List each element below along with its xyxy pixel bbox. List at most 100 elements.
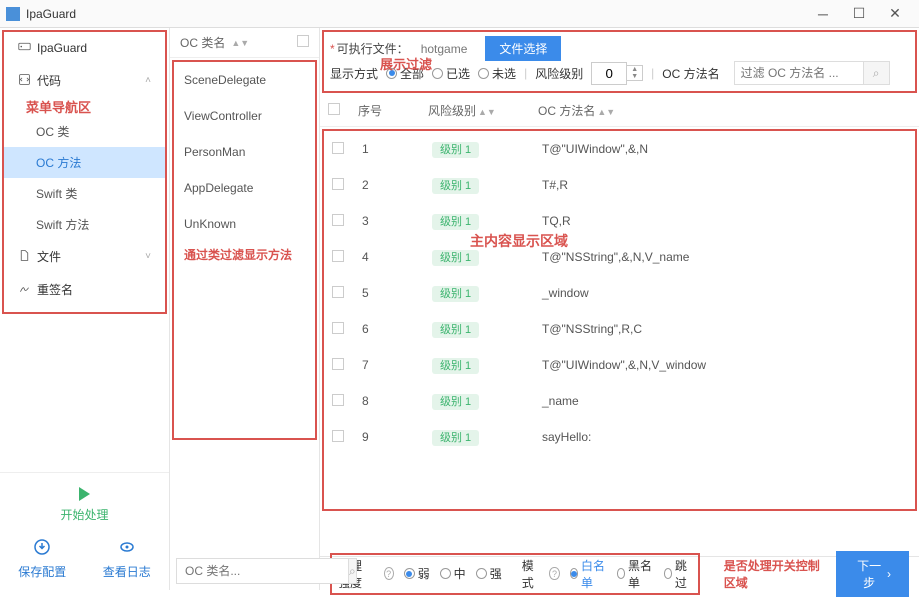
sidebar-item-swift-class[interactable]: Swift 类 [4,178,165,209]
class-item[interactable]: UnKnown [174,206,315,242]
class-item[interactable]: PersonMan [174,134,315,170]
annotation-nav: 菜单导航区 [4,97,165,116]
save-config-button[interactable]: 保存配置 [18,539,66,580]
sidebar-item-swift-method[interactable]: Swift 方法 [4,209,165,240]
select-all-checkbox[interactable] [297,35,309,50]
chevron-down-icon: ˅ [145,251,151,262]
search-icon: ⌕ [349,564,356,579]
row-checkbox[interactable] [332,322,344,334]
col-method[interactable]: OC 方法名 [538,104,595,118]
nav-area: IpaGuard 代码 ˄ 菜单导航区 OC 类 OC 方法 Swift 类 S… [2,30,167,314]
risk-level-input[interactable] [591,62,627,85]
minimize-button[interactable]: ─ [805,6,841,22]
row-method: T@"UIWindow",&,N,V_window [534,347,915,383]
class-list-body: SceneDelegate ViewController PersonMan A… [172,60,317,440]
sidebar-label: IpaGuard [37,41,87,55]
col-risk[interactable]: 风险级别 [428,104,476,118]
table-row[interactable]: 3级别 1TQ,R [324,203,915,239]
file-icon [18,249,31,265]
display-opt-selected[interactable]: 已选 [432,65,470,82]
mode-whitelist[interactable]: 白名单 [570,557,607,591]
view-log-button[interactable]: 查看日志 [103,539,151,580]
help-icon[interactable]: ? [549,567,559,580]
next-label: 下一步 [854,557,884,591]
table-row[interactable]: 4级别 1T@"NSString",&,N,V_name [324,239,915,275]
row-method: T@"NSString",&,N,V_name [534,239,915,275]
row-index: 1 [354,131,424,167]
row-checkbox[interactable] [332,250,344,262]
footer-controls: 处理强度 ? 弱 中 强 模式 ? 白名单 黑名单 跳过 [330,553,700,595]
start-process-button[interactable]: 开始处理 [60,481,108,533]
method-search-input[interactable] [734,61,864,85]
table-row[interactable]: 6级别 1T@"NSString",R,C [324,311,915,347]
sidebar-group-file[interactable]: 文件 ˅ [4,240,165,273]
row-index: 9 [354,419,424,455]
row-checkbox[interactable] [332,430,344,442]
row-checkbox[interactable] [332,394,344,406]
table-header: 序号 风险级别▲▼ OC 方法名▲▼ [320,95,919,127]
class-list-panel: OC 类名 ▲▼ SceneDelegate ViewController Pe… [170,28,320,590]
row-index: 8 [354,383,424,419]
close-button[interactable]: ✕ [877,5,913,22]
footer-bar: 处理强度 ? 弱 中 强 模式 ? 白名单 黑名单 跳过 是否处理开关控制区域 … [320,556,919,590]
display-opt-unselected[interactable]: 未选 [478,65,516,82]
strength-mid[interactable]: 中 [440,565,466,582]
spin-down-icon: ▼ [627,73,642,80]
sidebar-group-resign[interactable]: 重签名 [4,273,165,306]
class-search-input[interactable] [176,558,348,584]
table-row[interactable]: 1级别 1T@"UIWindow",&,N [324,131,915,167]
class-item[interactable]: SceneDelegate [174,62,315,98]
row-index: 4 [354,239,424,275]
sidebar-item-oc-class[interactable]: OC 类 [4,116,165,147]
download-icon [34,539,50,560]
table-row[interactable]: 8级别 1_name [324,383,915,419]
sidebar-item-ipaguard[interactable]: IpaGuard [4,32,165,64]
strength-strong[interactable]: 强 [476,565,502,582]
table-row[interactable]: 7级别 1T@"UIWindow",&,N,V_window [324,347,915,383]
sidebar-item-oc-method[interactable]: OC 方法 [4,147,165,178]
class-item[interactable]: AppDelegate [174,170,315,206]
chevron-up-icon: ˄ [145,75,151,86]
table-row[interactable]: 9级别 1sayHello: [324,419,915,455]
sidebar-group-code[interactable]: 代码 ˄ [4,64,165,97]
annotation-class-filter: 通过类过滤显示方法 [174,242,315,263]
table-row[interactable]: 2级别 1T#,R [324,167,915,203]
class-header-label: OC 类名 [180,34,225,51]
sort-icon: ▲▼ [597,107,615,117]
class-list-header[interactable]: OC 类名 ▲▼ [170,28,319,58]
method-search-button[interactable]: ⌕ [864,61,890,85]
risk-label: 风险级别 [535,65,583,82]
select-all-checkbox[interactable] [328,103,340,115]
titlebar: IpaGuard ─ ☐ ✕ [0,0,919,28]
row-checkbox[interactable] [332,286,344,298]
signature-icon [18,282,31,298]
separator: | [651,66,654,80]
row-risk: 级别 1 [424,131,534,167]
row-risk: 级别 1 [424,311,534,347]
row-risk: 级别 1 [424,419,534,455]
row-checkbox[interactable] [332,214,344,226]
eye-icon [119,539,135,560]
row-index: 2 [354,167,424,203]
annotation-main-content: 主内容显示区域 [470,231,568,251]
mode-skip[interactable]: 跳过 [664,557,692,591]
save-config-label: 保存配置 [18,563,66,580]
sort-icon: ▲▼ [231,38,249,48]
row-method: T@"UIWindow",&,N [534,131,915,167]
class-search-button[interactable]: ⌕ [348,558,357,584]
start-label: 开始处理 [60,506,108,523]
mode-blacklist[interactable]: 黑名单 [617,557,654,591]
choose-file-button[interactable]: 文件选择 [485,36,561,61]
col-index[interactable]: 序号 [358,104,382,118]
risk-spinner[interactable]: ▲▼ [627,65,643,81]
row-method: sayHello: [534,419,915,455]
row-checkbox[interactable] [332,358,344,370]
row-checkbox[interactable] [332,142,344,154]
help-icon[interactable]: ? [384,567,394,580]
class-item[interactable]: ViewController [174,98,315,134]
row-checkbox[interactable] [332,178,344,190]
window-title: IpaGuard [26,7,805,21]
table-row[interactable]: 5级别 1_window [324,275,915,311]
maximize-button[interactable]: ☐ [841,5,877,22]
strength-weak[interactable]: 弱 [404,565,430,582]
